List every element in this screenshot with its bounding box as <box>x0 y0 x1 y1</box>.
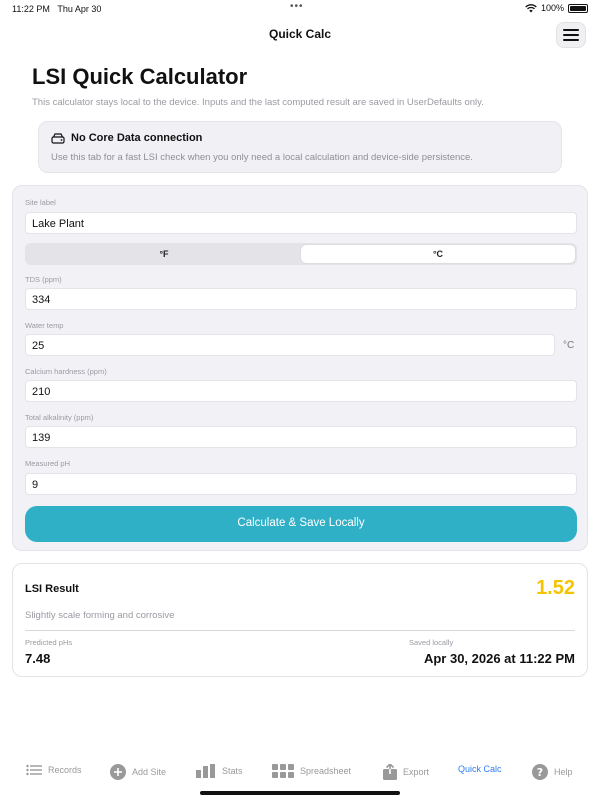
home-indicator <box>200 791 400 795</box>
plus-circle-icon <box>110 764 126 780</box>
battery-percent: 100% <box>540 3 564 13</box>
temperature-unit-segmented-control[interactable]: °F °C <box>25 243 577 265</box>
tds-field[interactable]: 334 <box>25 288 577 310</box>
calculate-save-button[interactable]: Calculate & Save Locally <box>25 506 577 542</box>
lsi-value: 1.52 <box>536 577 575 599</box>
tab-help[interactable]: ? Help <box>532 764 573 780</box>
status-bar: 11:22 PM Thu Apr 30 ••• 100% <box>0 0 600 18</box>
input-form-card: Site label Lake Plant °F °C TDS (ppm) 33… <box>12 185 588 551</box>
tab-add-site[interactable]: Add Site <box>110 764 166 780</box>
total-alkalinity-field[interactable]: 139 <box>25 426 577 448</box>
tab-bar: Records Add Site Stats Spreadsheet Expor… <box>0 760 600 788</box>
water-temp-unit: °C <box>563 340 575 351</box>
notice-card: No Core Data connection Use this tab for… <box>38 121 562 173</box>
calcium-hardness-field[interactable]: 210 <box>25 380 577 402</box>
hamburger-menu-button[interactable] <box>556 22 586 48</box>
total-alkalinity-label: Total alkalinity (ppm) <box>25 413 94 422</box>
page-title: LSI Quick Calculator <box>32 64 248 89</box>
help-circle-icon: ? <box>532 764 548 780</box>
calcium-hardness-label: Calcium hardness (ppm) <box>25 367 107 376</box>
tab-stats[interactable]: Stats <box>196 764 243 778</box>
result-divider <box>25 630 575 631</box>
result-title: LSI Result <box>25 583 79 595</box>
tds-label: TDS (ppm) <box>25 275 62 284</box>
nav-title: Quick Calc <box>268 27 332 41</box>
unit-option-celsius[interactable]: °C <box>301 245 575 263</box>
result-description: Slightly scale forming and corrosive <box>25 610 175 621</box>
tab-export[interactable]: Export <box>383 764 429 780</box>
grid-icon <box>272 764 294 778</box>
water-temp-label: Water temp <box>25 321 64 330</box>
predicted-phs-label: Predicted pHs <box>25 638 73 647</box>
measured-ph-field[interactable]: 9 <box>25 473 577 495</box>
predicted-phs-value: 7.48 <box>25 651 51 666</box>
drive-icon <box>51 132 65 144</box>
page-subtitle: This calculator stays local to the devic… <box>32 97 484 108</box>
notice-title: No Core Data connection <box>71 132 203 144</box>
lsi-result-card: LSI Result 1.52 Slightly scale forming a… <box>12 563 588 677</box>
site-label-caption: Site label <box>25 198 56 207</box>
hamburger-icon <box>563 29 579 31</box>
share-icon <box>383 764 397 780</box>
notice-body: Use this tab for a fast LSI check when y… <box>51 152 473 163</box>
site-label-field[interactable]: Lake Plant <box>25 212 577 234</box>
status-time: 11:22 PM Thu Apr 30 <box>12 4 102 14</box>
unit-option-fahrenheit[interactable]: °F <box>27 245 301 263</box>
measured-ph-label: Measured pH <box>25 459 71 468</box>
multitask-dots[interactable]: ••• <box>290 1 304 12</box>
notice-header: No Core Data connection <box>51 132 202 144</box>
battery-icon <box>568 3 588 13</box>
wifi-icon <box>525 3 537 12</box>
bar-chart-icon <box>196 764 215 778</box>
status-right: 100% <box>525 3 588 13</box>
tab-records[interactable]: Records <box>26 764 82 776</box>
tab-spreadsheet[interactable]: Spreadsheet <box>272 764 351 778</box>
saved-locally-label: Saved locally <box>409 638 454 647</box>
tab-quick-calc[interactable]: Quick Calc <box>458 764 502 774</box>
water-temp-field[interactable]: 25 <box>25 334 555 356</box>
saved-locally-value: Apr 30, 2026 at 11:22 PM <box>423 651 575 666</box>
list-icon <box>26 764 42 776</box>
navigation-bar: Quick Calc <box>0 22 600 48</box>
svg-text:?: ? <box>537 766 543 779</box>
